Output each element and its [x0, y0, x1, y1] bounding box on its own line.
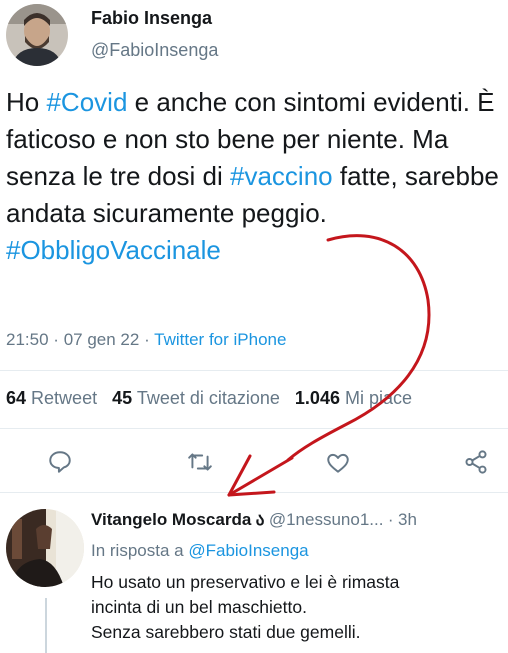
annotation-arrow [227, 234, 431, 497]
